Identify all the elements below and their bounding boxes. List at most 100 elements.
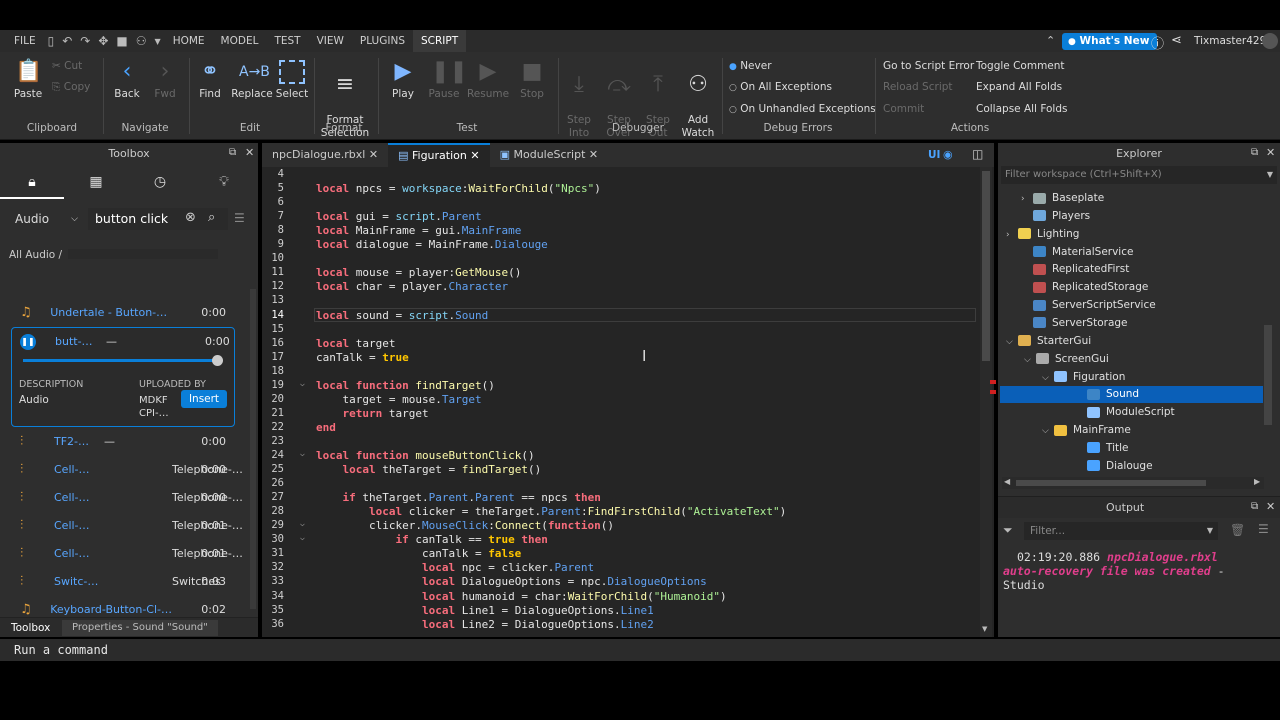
explorer-item[interactable]: ⌵ ScreenGui	[1024, 350, 1109, 368]
audio-name[interactable]: Cell-…	[54, 519, 172, 532]
category-dropdown[interactable]: Audio ⌵	[10, 208, 82, 230]
collapse-all-folds-button[interactable]: Collapse All Folds	[976, 103, 1067, 115]
tab-figuration[interactable]: ▤ Figuration ✕	[388, 143, 490, 167]
explorer-item[interactable]: Dialouge	[1075, 457, 1153, 475]
explorer-item[interactable]: ReplicatedStorage	[1021, 278, 1148, 296]
code-line[interactable]: local npc = clicker.Parent	[316, 561, 594, 574]
audio-list-item[interactable]: ⫶ Cell-… Telephone-… 0:01	[0, 511, 250, 539]
playback-progress-track[interactable]	[23, 359, 219, 362]
code-line[interactable]: local mouse = player:GetMouse()	[316, 266, 521, 279]
scroll-right-icon[interactable]: ▶	[1254, 477, 1260, 486]
insert-button[interactable]: Insert	[181, 390, 227, 408]
explorer-item[interactable]: ReplicatedFirst	[1021, 260, 1129, 278]
undo-icon[interactable]: ↶	[62, 34, 72, 48]
new-file-icon[interactable]: ▯	[48, 34, 55, 48]
explorer-scrollbar[interactable]	[1264, 325, 1272, 425]
explorer-item[interactable]: › Lighting	[1006, 225, 1079, 243]
explorer-item[interactable]: ModuleScript	[1075, 403, 1175, 421]
scroll-thumb[interactable]	[982, 171, 990, 361]
output-filter-input[interactable]: Filter... ▼	[1024, 522, 1218, 540]
expand-chevron-icon[interactable]: ›	[1021, 190, 1033, 208]
code-line[interactable]: if canTalk == true then	[316, 533, 547, 546]
code-line[interactable]: target = mouse.Target	[316, 393, 481, 406]
file-menu[interactable]: FILE	[6, 30, 44, 52]
command-bar-input[interactable]: Run a command	[0, 639, 1280, 661]
audio-list-item[interactable]: ⫶ TF2-… — 0:00	[0, 427, 250, 455]
code-line[interactable]: local function mouseButtonClick()	[316, 449, 535, 462]
tab-modulescript[interactable]: ▣ ModuleScript ✕	[490, 143, 609, 167]
tab-model[interactable]: MODEL	[213, 30, 267, 52]
help-icon[interactable]: ⓘ	[1151, 33, 1164, 52]
close-tab-icon[interactable]: ✕	[369, 148, 378, 161]
pause-button-icon[interactable]: ❚❚	[20, 334, 36, 350]
resume-button[interactable]: ▶ Resume	[466, 60, 510, 101]
recent-tab[interactable]: ◷	[128, 167, 192, 199]
explorer-item[interactable]: ⌵ StarterGui	[1006, 332, 1091, 350]
tab-npcdialogue[interactable]: npcDialogue.rbxl ✕	[262, 143, 388, 167]
scroll-left-icon[interactable]: ◀	[1004, 477, 1010, 486]
audio-name[interactable]: Keyboard-Button-Cl-…	[50, 603, 195, 616]
selected-audio-card[interactable]: ❚❚ butt-… — 0:00 DESCRIPTION Audio UPLOA…	[11, 327, 235, 427]
code-line[interactable]: if theTarget.Parent.Parent == npcs then	[316, 491, 601, 504]
code-line[interactable]: local gui = script.Parent	[316, 210, 482, 223]
audio-name[interactable]: Switc-…	[54, 575, 172, 588]
filter-icon[interactable]: ☰	[234, 211, 245, 225]
play-button[interactable]: ▶ Play	[386, 60, 420, 101]
code-line[interactable]: local DialogueOptions = npc.DialogueOpti…	[316, 575, 707, 588]
toolbox-search-input[interactable]: button click	[88, 208, 228, 230]
close-tab-icon[interactable]: ✕	[589, 148, 598, 161]
back-button[interactable]: ‹ Back	[110, 60, 144, 101]
hscroll-thumb[interactable]	[1016, 480, 1206, 486]
audio-list-item[interactable]: ⫶ Cell-… Telephone-… 0:01	[0, 539, 250, 567]
editor-scrollbar[interactable]: ▼	[980, 167, 992, 637]
unhandled-exceptions-radio[interactable]: ○ On Unhandled Exceptions	[729, 103, 876, 115]
code-line[interactable]: local Line2 = DialogueOptions.Line2	[316, 618, 654, 631]
split-view-icon[interactable]: ◫	[972, 147, 983, 161]
properties-bottom-tab[interactable]: Properties - Sound "Sound"	[62, 620, 218, 636]
explorer-item[interactable]: Players	[1021, 207, 1090, 225]
expand-chevron-icon[interactable]: ⌵	[1042, 369, 1054, 387]
creations-tab[interactable]: 💡︎	[192, 167, 256, 199]
code-line[interactable]: local theTarget = findTarget()	[316, 463, 542, 476]
output-filter-icon[interactable]: ⏷	[1003, 523, 1013, 538]
cut-button[interactable]: ✂ Cut	[52, 60, 82, 72]
explorer-item[interactable]: Sound	[1075, 385, 1139, 403]
select-button[interactable]: Select	[275, 60, 309, 101]
output-menu-icon[interactable]: ☰	[1258, 522, 1269, 536]
find-button[interactable]: ⚭ Find	[193, 60, 227, 101]
audio-name[interactable]: Undertale - Button-…	[50, 306, 195, 319]
toolbox-bottom-tab[interactable]: Toolbox	[11, 622, 50, 634]
code-line[interactable]: local MainFrame = gui.MainFrame	[316, 224, 521, 237]
code-line[interactable]: local clicker = theTarget.Parent:FindFir…	[316, 505, 786, 518]
inventory-tab[interactable]: 🔒︎	[0, 167, 64, 199]
expand-chevron-icon[interactable]: ›	[1006, 226, 1018, 244]
user-avatar[interactable]	[1262, 33, 1278, 49]
replace-button[interactable]: A→B Replace	[231, 60, 273, 101]
explorer-filter-input[interactable]: Filter workspace (Ctrl+Shift+X) ▼	[1001, 166, 1277, 184]
code-area[interactable]: 4 5 local npcs = workspace:WaitForChild("N…	[262, 167, 980, 637]
explorer-item[interactable]: ⌵ Figuration	[1042, 368, 1125, 386]
tab-script[interactable]: SCRIPT	[413, 30, 467, 52]
code-line[interactable]: local target	[316, 337, 395, 350]
fold-chevron-icon[interactable]: ⌵	[300, 533, 305, 542]
tab-test[interactable]: TEST	[266, 30, 308, 52]
explorer-item[interactable]: Title	[1075, 439, 1129, 457]
all-exceptions-radio[interactable]: ○ On All Exceptions	[729, 81, 832, 93]
expand-all-folds-button[interactable]: Expand All Folds	[976, 81, 1062, 93]
code-line[interactable]: return target	[316, 407, 429, 420]
collapse-ribbon-icon[interactable]: ⌃	[1046, 34, 1055, 47]
explorer-item[interactable]: › Baseplate	[1021, 189, 1104, 207]
explorer-item[interactable]: ⌵ MainFrame	[1042, 421, 1131, 439]
uploader-name[interactable]: MDKF CPI-…	[139, 394, 169, 420]
audio-list-item[interactable]: ⫶ Switc-… Switches 0:03	[0, 567, 250, 595]
explorer-item[interactable]: MaterialService	[1021, 243, 1133, 261]
fold-chevron-icon[interactable]: ⌵	[300, 519, 305, 528]
reload-script-button[interactable]: Reload Script	[883, 81, 953, 93]
forward-button[interactable]: › Fwd	[148, 60, 182, 101]
copy-button[interactable]: ⎘ Copy	[52, 81, 90, 94]
dock-icon[interactable]: ⧉	[1251, 147, 1258, 158]
scroll-down-icon[interactable]: ▼	[982, 625, 987, 633]
tab-view[interactable]: VIEW	[309, 30, 352, 52]
audio-list-item[interactable]: ⫶ Cell-… Telephone-… 0:00	[0, 455, 250, 483]
clear-output-icon[interactable]: 🗑︎	[1230, 523, 1245, 537]
